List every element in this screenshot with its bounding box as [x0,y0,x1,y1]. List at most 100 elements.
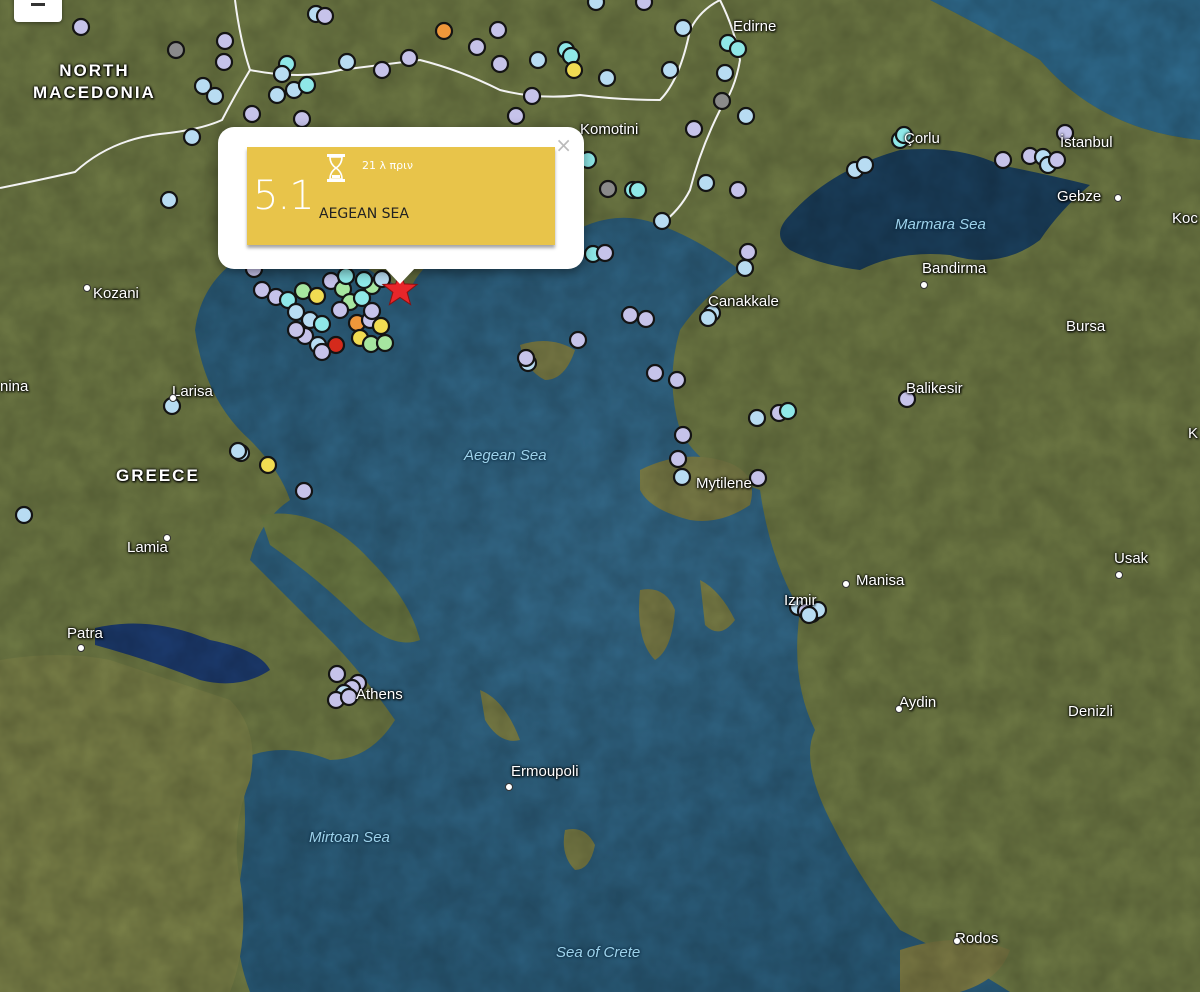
earthquake-marker-lavender[interactable] [667,370,687,390]
earthquake-marker-lavender[interactable] [242,104,262,124]
earthquake-marker-light-blue[interactable] [735,258,755,278]
earthquake-marker-light-blue[interactable] [652,211,672,231]
earthquake-marker-yellow[interactable] [258,455,278,475]
earthquake-marker-lavender[interactable] [506,106,526,126]
earthquake-marker-cyan[interactable] [354,270,374,290]
earthquake-marker-light-blue[interactable] [337,52,357,72]
earthquake-marker-lavender[interactable] [738,242,758,262]
earthquake-marker-lavender[interactable] [1047,150,1067,170]
label-greece: GREECE [116,466,200,485]
earthquake-marker-lavender[interactable] [71,17,91,37]
city-dot [1115,571,1123,579]
earthquake-marker-lavender[interactable] [339,687,359,707]
label-izmir: Izmir [784,592,817,609]
hourglass-icon [327,154,345,182]
earthquake-marker-lavender[interactable] [372,60,392,80]
earthquake-marker-orange[interactable] [434,21,454,41]
terrain-texture [0,0,1200,992]
earthquake-marker-cyan[interactable] [297,75,317,95]
label-istanbul: İstanbul [1060,134,1113,151]
earthquake-marker-light-blue[interactable] [799,605,819,625]
earthquake-marker-light-blue[interactable] [272,64,292,84]
earthquake-marker-light-blue[interactable] [660,60,680,80]
city-dot [1114,194,1122,202]
earthquake-marker-lavender[interactable] [634,0,654,12]
label-koc: Koc [1172,210,1198,227]
earthquake-marker-lavender[interactable] [728,180,748,200]
label-manisa: Manisa [856,572,905,589]
earthquake-marker-cyan[interactable] [312,314,332,334]
earthquake-marker-lavender[interactable] [330,300,350,320]
label-mytilene: Mytilene [696,475,752,492]
earthquake-marker-gray[interactable] [712,91,732,111]
popup-pointer [383,266,417,284]
earthquake-marker-lavender[interactable] [315,6,335,26]
earthquake-marker-lavender[interactable] [684,119,704,139]
earthquake-marker-light-blue[interactable] [267,85,287,105]
earthquake-marker-cyan[interactable] [728,39,748,59]
magnitude-value: 5.1 [253,173,315,219]
earthquake-marker-light-blue[interactable] [528,50,548,70]
city-dot [77,644,85,652]
earthquake-marker-light-blue[interactable] [696,173,716,193]
label-ermoupoli: Ermoupoli [511,763,579,780]
earthquake-marker-gray[interactable] [598,179,618,199]
earthquake-marker-cyan[interactable] [778,401,798,421]
city-dot [505,783,513,791]
earthquake-marker-lavender[interactable] [516,348,536,368]
label-corlu: Çorlu [904,130,940,147]
earthquake-marker-light-blue[interactable] [855,155,875,175]
close-icon[interactable]: × [555,133,572,157]
earthquake-marker-yellow[interactable] [371,316,391,336]
earthquake-marker-lavender[interactable] [467,37,487,57]
earthquake-marker-lavender[interactable] [620,305,640,325]
earthquake-marker-light-blue[interactable] [673,18,693,38]
label-north-macedonia: NORTH MACEDONIA [33,61,156,102]
earthquake-marker-lavender[interactable] [673,425,693,445]
earthquake-marker-lavender[interactable] [488,20,508,40]
label-bandirma: Bandirma [922,260,987,277]
earthquake-marker-lavender[interactable] [668,449,688,469]
earthquake-marker-light-blue[interactable] [228,441,248,461]
label-usak: Usak [1114,550,1149,567]
quake-card[interactable]: 5.1 21 λ πριν AEGEAN SEA [247,147,555,245]
earthquake-marker-light-blue[interactable] [597,68,617,88]
earthquake-marker-yellow[interactable] [307,286,327,306]
earthquake-marker-lavender[interactable] [292,109,312,129]
earthquake-marker-light-blue[interactable] [672,467,692,487]
zoom-out-button[interactable] [14,0,62,22]
earthquake-marker-light-blue[interactable] [747,408,767,428]
earthquake-marker-lavender[interactable] [327,664,347,684]
earthquake-marker-cyan[interactable] [336,266,356,286]
earthquake-marker-lavender[interactable] [215,31,235,51]
earthquake-marker-lavender[interactable] [286,320,306,340]
earthquake-marker-lavender[interactable] [294,481,314,501]
earthquake-marker-lavender[interactable] [312,342,332,362]
earthquake-marker-lavender[interactable] [522,86,542,106]
earthquake-marker-yellow[interactable] [564,60,584,80]
earthquake-marker-lavender[interactable] [362,301,382,321]
earthquake-marker-lavender[interactable] [399,48,419,68]
earthquake-marker-lavender[interactable] [214,52,234,72]
earthquake-marker-gray[interactable] [166,40,186,60]
earthquake-marker-cyan[interactable] [628,180,648,200]
label-balikesir: Balikesir [906,380,963,397]
earthquake-marker-lavender[interactable] [748,468,768,488]
city-dot [920,281,928,289]
earthquake-marker-lavender[interactable] [490,54,510,74]
earthquake-marker-lavender[interactable] [595,243,615,263]
earthquake-marker-light-blue[interactable] [159,190,179,210]
earthquake-marker-lavender[interactable] [645,363,665,383]
earthquake-marker-lavender[interactable] [568,330,588,350]
earthquake-marker-light-blue[interactable] [586,0,606,12]
earthquake-marker-lavender[interactable] [636,309,656,329]
earthquake-marker-light-blue[interactable] [736,106,756,126]
earthquake-marker-lavender[interactable] [993,150,1013,170]
map-canvas[interactable] [0,0,1200,992]
earthquake-marker-light-green[interactable] [375,333,395,353]
earthquake-marker-light-blue[interactable] [14,505,34,525]
earthquake-marker-light-blue[interactable] [715,63,735,83]
earthquake-marker-light-blue[interactable] [182,127,202,147]
earthquake-marker-light-blue[interactable] [205,86,225,106]
earthquake-marker-light-blue[interactable] [698,308,718,328]
